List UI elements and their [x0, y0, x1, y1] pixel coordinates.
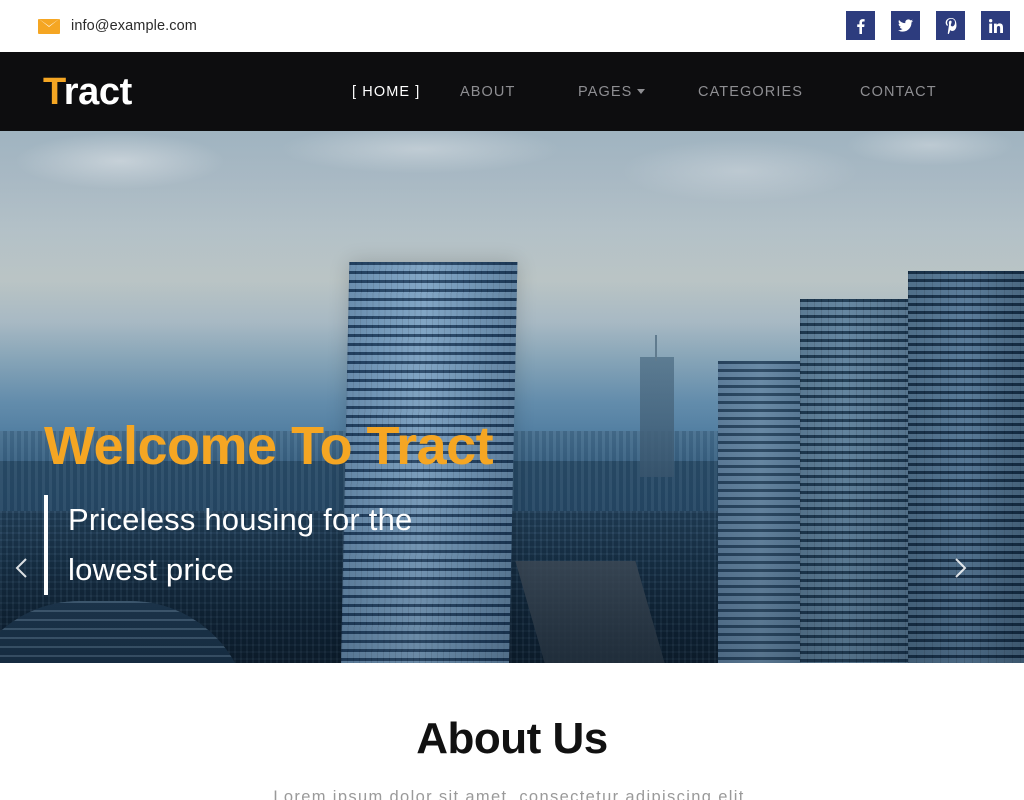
nav-item-contact[interactable]: CONTACT: [860, 84, 980, 100]
site-logo[interactable]: Tract: [43, 73, 132, 111]
hero-carousel: Welcome To Tract Priceless housing for t…: [0, 131, 1024, 663]
hero-title: Welcome To Tract: [44, 416, 494, 476]
nav-item-about[interactable]: ABOUT: [460, 84, 578, 100]
topbar-email-group[interactable]: info@example.com: [38, 18, 197, 34]
nav-item-pages-label: PAGES: [578, 83, 633, 100]
pinterest-icon[interactable]: [936, 11, 965, 40]
nav-item-pages[interactable]: PAGES: [578, 84, 698, 100]
main-navbar: Tract [ HOME ] ABOUT PAGES CATEGORIES CO…: [0, 52, 1024, 131]
envelope-icon: [38, 18, 60, 34]
top-contact-bar: info@example.com: [0, 0, 1024, 52]
social-links: [846, 11, 1010, 40]
nav-item-categories[interactable]: CATEGORIES: [698, 84, 860, 100]
contact-email[interactable]: info@example.com: [71, 19, 197, 34]
hero-subtitle-block: Priceless housing for the lowest price: [44, 495, 664, 596]
carousel-next-button[interactable]: [946, 555, 972, 581]
twitter-icon[interactable]: [891, 11, 920, 40]
hero-subtitle-line-2: lowest price: [68, 552, 235, 588]
primary-navigation: [ HOME ] ABOUT PAGES CATEGORIES CONTACT: [352, 52, 980, 131]
logo-accent-letter: T: [43, 70, 64, 113]
nav-item-home[interactable]: [ HOME ]: [352, 84, 460, 100]
logo-rest-letters: ract: [63, 70, 133, 113]
hero-copy: Welcome To Tract Priceless housing for t…: [44, 416, 664, 596]
facebook-icon[interactable]: [846, 11, 875, 40]
linkedin-icon[interactable]: [981, 11, 1010, 40]
carousel-prev-button[interactable]: [10, 555, 36, 581]
chevron-down-icon: [637, 89, 646, 94]
about-heading: About Us: [416, 714, 608, 763]
about-section: About Us Lorem ipsum dolor sit amet, con…: [0, 663, 1024, 800]
about-subtitle: Lorem ipsum dolor sit amet, consectetur …: [273, 788, 751, 800]
hero-subtitle-line-1: Priceless housing for the: [68, 502, 413, 537]
